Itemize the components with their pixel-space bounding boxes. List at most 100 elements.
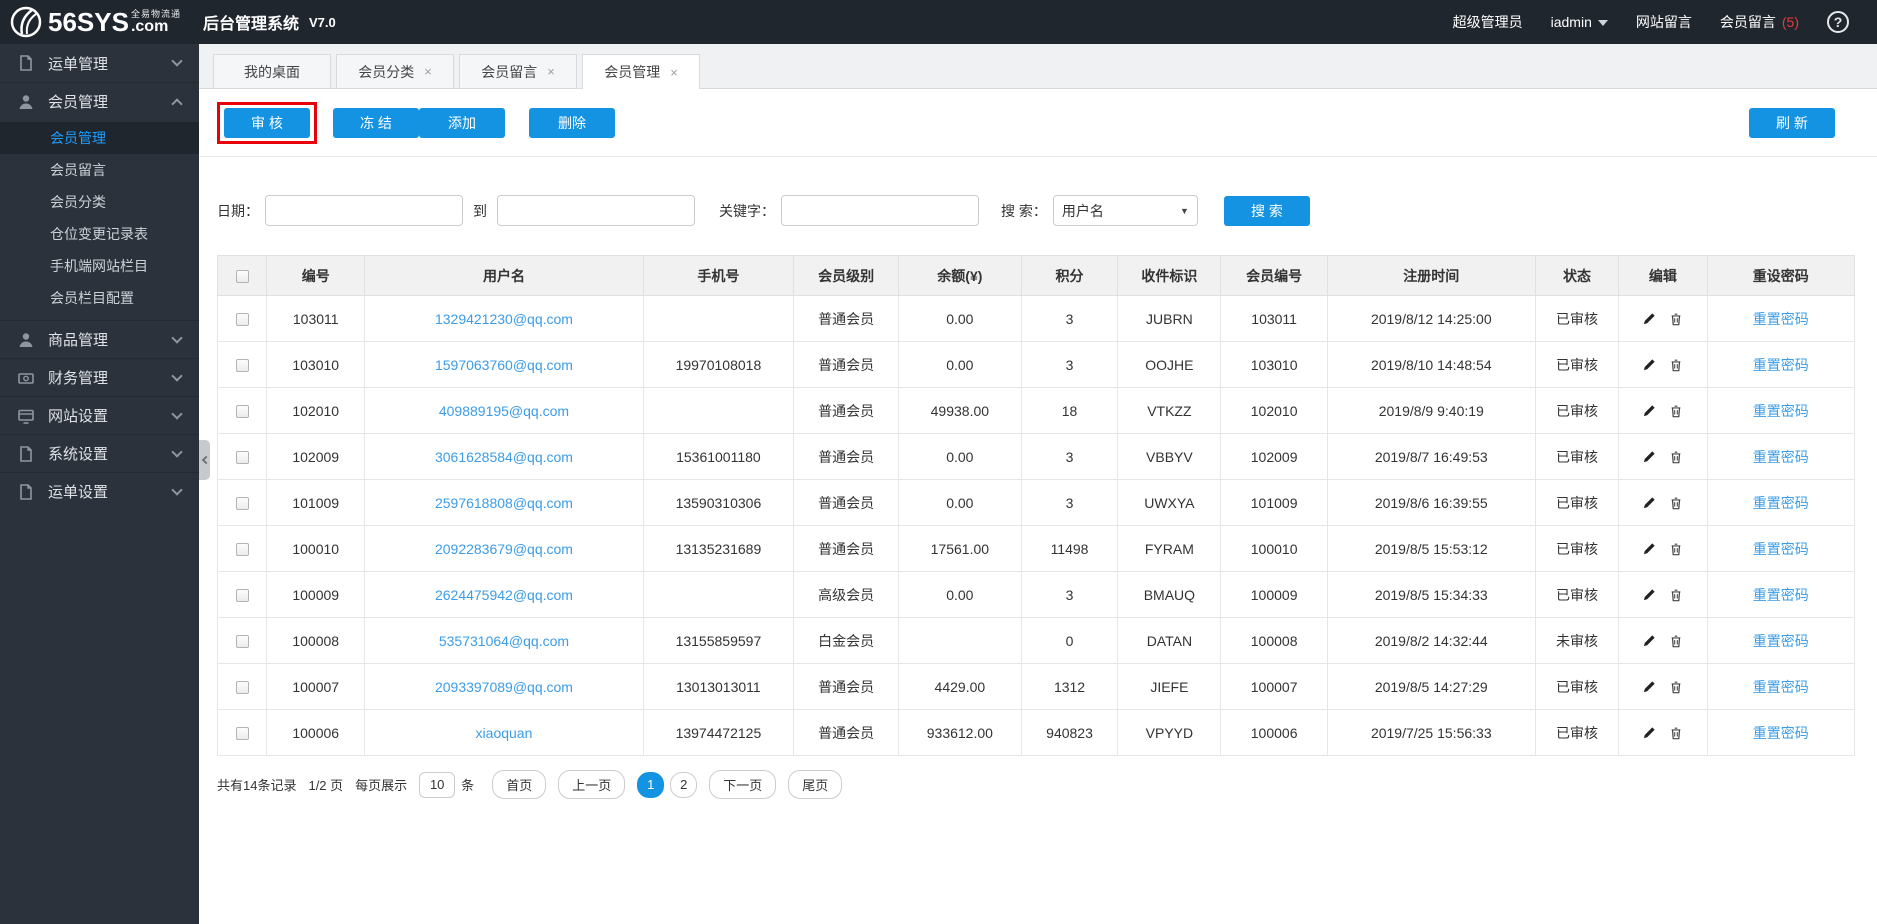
pencil-icon[interactable] xyxy=(1642,679,1657,694)
trash-icon[interactable] xyxy=(1669,358,1683,372)
pencil-icon[interactable] xyxy=(1642,311,1657,326)
username-link[interactable]: 1597063760@qq.com xyxy=(435,357,573,373)
reset-password-link[interactable]: 重置密码 xyxy=(1753,311,1809,327)
member-messages-link[interactable]: 会员留言 (5) xyxy=(1720,12,1799,32)
status-badge: 未审核 xyxy=(1555,632,1598,649)
refresh-button[interactable]: 刷 新 xyxy=(1749,108,1835,138)
select-all-checkbox[interactable] xyxy=(235,270,249,284)
sidebar-item-财务管理[interactable]: 财务管理 xyxy=(0,358,199,396)
next-page-button[interactable]: 下一页 xyxy=(709,770,777,799)
page-number-1[interactable]: 1 xyxy=(637,771,665,798)
sidebar-item-运单设置[interactable]: 运单设置 xyxy=(0,472,199,510)
submenu-item-会员栏目配置[interactable]: 会员栏目配置 xyxy=(0,282,199,314)
balance: 0.00 xyxy=(946,356,974,373)
tab-会员留言[interactable]: 会员留言 × xyxy=(459,54,577,88)
username-link[interactable]: 3061628584@qq.com xyxy=(435,449,573,465)
pencil-icon[interactable] xyxy=(1642,403,1657,418)
points: 3 xyxy=(1065,586,1074,603)
row-checkbox[interactable] xyxy=(235,635,249,649)
sidebar-item-商品管理[interactable]: 商品管理 xyxy=(0,320,199,358)
trash-icon[interactable] xyxy=(1669,496,1683,510)
trash-icon[interactable] xyxy=(1669,404,1683,418)
pencil-icon[interactable] xyxy=(1642,633,1657,648)
first-page-button[interactable]: 首页 xyxy=(492,770,547,799)
sidebar-item-系统设置[interactable]: 系统设置 xyxy=(0,434,199,472)
reset-password-link[interactable]: 重置密码 xyxy=(1753,633,1809,649)
member-no: 102010 xyxy=(1250,402,1298,419)
row-checkbox[interactable] xyxy=(235,589,249,603)
keyword-input[interactable] xyxy=(781,195,979,226)
reset-password-link[interactable]: 重置密码 xyxy=(1753,679,1809,695)
reset-password-link[interactable]: 重置密码 xyxy=(1753,541,1809,557)
delete-button[interactable]: 删除 xyxy=(529,108,615,138)
trash-icon[interactable] xyxy=(1669,542,1683,556)
close-icon[interactable]: × xyxy=(670,65,678,80)
row-checkbox[interactable] xyxy=(235,497,249,511)
reset-password-link[interactable]: 重置密码 xyxy=(1753,495,1809,511)
reset-password-link[interactable]: 重置密码 xyxy=(1753,403,1809,419)
username-link[interactable]: 1329421230@qq.com xyxy=(435,311,573,327)
username-link[interactable]: 2093397089@qq.com xyxy=(435,679,573,695)
trash-icon[interactable] xyxy=(1669,588,1683,602)
reset-password-link[interactable]: 重置密码 xyxy=(1753,725,1809,741)
submenu-item-手机端网站栏目[interactable]: 手机端网站栏目 xyxy=(0,250,199,282)
tab-会员分类[interactable]: 会员分类 × xyxy=(336,54,454,88)
search-button[interactable]: 搜 索 xyxy=(1223,195,1310,226)
audit-button[interactable]: 审 核 xyxy=(224,108,310,138)
submenu-item-会员留言[interactable]: 会员留言 xyxy=(0,154,199,186)
submenu-item-会员分类[interactable]: 会员分类 xyxy=(0,186,199,218)
tab-我的桌面[interactable]: 我的桌面 xyxy=(213,54,331,88)
reset-password-link[interactable]: 重置密码 xyxy=(1753,587,1809,603)
pencil-icon[interactable] xyxy=(1642,357,1657,372)
row-checkbox[interactable] xyxy=(235,451,249,465)
trash-icon[interactable] xyxy=(1669,634,1683,648)
row-checkbox[interactable] xyxy=(235,543,249,557)
username-link[interactable]: 409889195@qq.com xyxy=(439,403,569,419)
row-checkbox[interactable] xyxy=(235,313,249,327)
tab-会员管理[interactable]: 会员管理 × xyxy=(582,54,700,89)
pencil-icon[interactable] xyxy=(1642,725,1657,740)
trash-icon[interactable] xyxy=(1669,680,1683,694)
add-button[interactable]: 添加 xyxy=(419,108,505,138)
username-link[interactable]: xiaoquan xyxy=(476,725,533,741)
pencil-icon[interactable] xyxy=(1642,495,1657,510)
sidebar-item-会员管理[interactable]: 会员管理 xyxy=(0,82,199,120)
reset-password-link[interactable]: 重置密码 xyxy=(1753,357,1809,373)
username-link[interactable]: 535731064@qq.com xyxy=(439,633,569,649)
username-link[interactable]: 2624475942@qq.com xyxy=(435,587,573,603)
sidebar-item-运单管理[interactable]: 运单管理 xyxy=(0,44,199,82)
pencil-icon[interactable] xyxy=(1642,449,1657,464)
pencil-icon[interactable] xyxy=(1642,587,1657,602)
row-checkbox[interactable] xyxy=(235,727,249,741)
date-from-input[interactable] xyxy=(265,195,463,226)
reset-password-link[interactable]: 重置密码 xyxy=(1753,449,1809,465)
row-checkbox[interactable] xyxy=(235,359,249,373)
sidebar-item-网站设置[interactable]: 网站设置 xyxy=(0,396,199,434)
sidebar-collapse-handle[interactable] xyxy=(199,440,210,480)
row-checkbox[interactable] xyxy=(235,405,249,419)
page-number-2[interactable]: 2 xyxy=(670,771,698,798)
prev-page-button[interactable]: 上一页 xyxy=(558,770,626,799)
username-link[interactable]: 2597618808@qq.com xyxy=(435,495,573,511)
site-messages-link[interactable]: 网站留言 xyxy=(1636,12,1692,32)
help-icon[interactable]: ? xyxy=(1827,11,1849,33)
trash-icon[interactable] xyxy=(1669,450,1683,464)
trash-icon[interactable] xyxy=(1669,312,1683,326)
submenu-item-仓位变更记录表[interactable]: 仓位变更记录表 xyxy=(0,218,199,250)
app-header: 56SYS 全易物流通 .com 后台管理系统 V7.0 超级管理员 iadmi… xyxy=(0,0,1877,44)
user-menu[interactable]: iadmin xyxy=(1551,14,1608,30)
pencil-icon[interactable] xyxy=(1642,541,1657,556)
member-level: 普通会员 xyxy=(818,540,875,557)
close-icon[interactable]: × xyxy=(547,64,555,79)
close-icon[interactable]: × xyxy=(424,64,432,79)
date-to-input[interactable] xyxy=(497,195,695,226)
logo-swirl-icon xyxy=(10,6,42,38)
trash-icon[interactable] xyxy=(1669,726,1683,740)
submenu-item-会员管理[interactable]: 会员管理 xyxy=(0,122,199,154)
last-page-button[interactable]: 尾页 xyxy=(788,770,843,799)
row-checkbox[interactable] xyxy=(235,681,249,695)
search-type-select[interactable]: 用户名 ▼ xyxy=(1052,195,1198,226)
username-link[interactable]: 2092283679@qq.com xyxy=(435,541,573,557)
freeze-button[interactable]: 冻 结 xyxy=(333,108,419,138)
per-page-input[interactable] xyxy=(419,771,456,798)
